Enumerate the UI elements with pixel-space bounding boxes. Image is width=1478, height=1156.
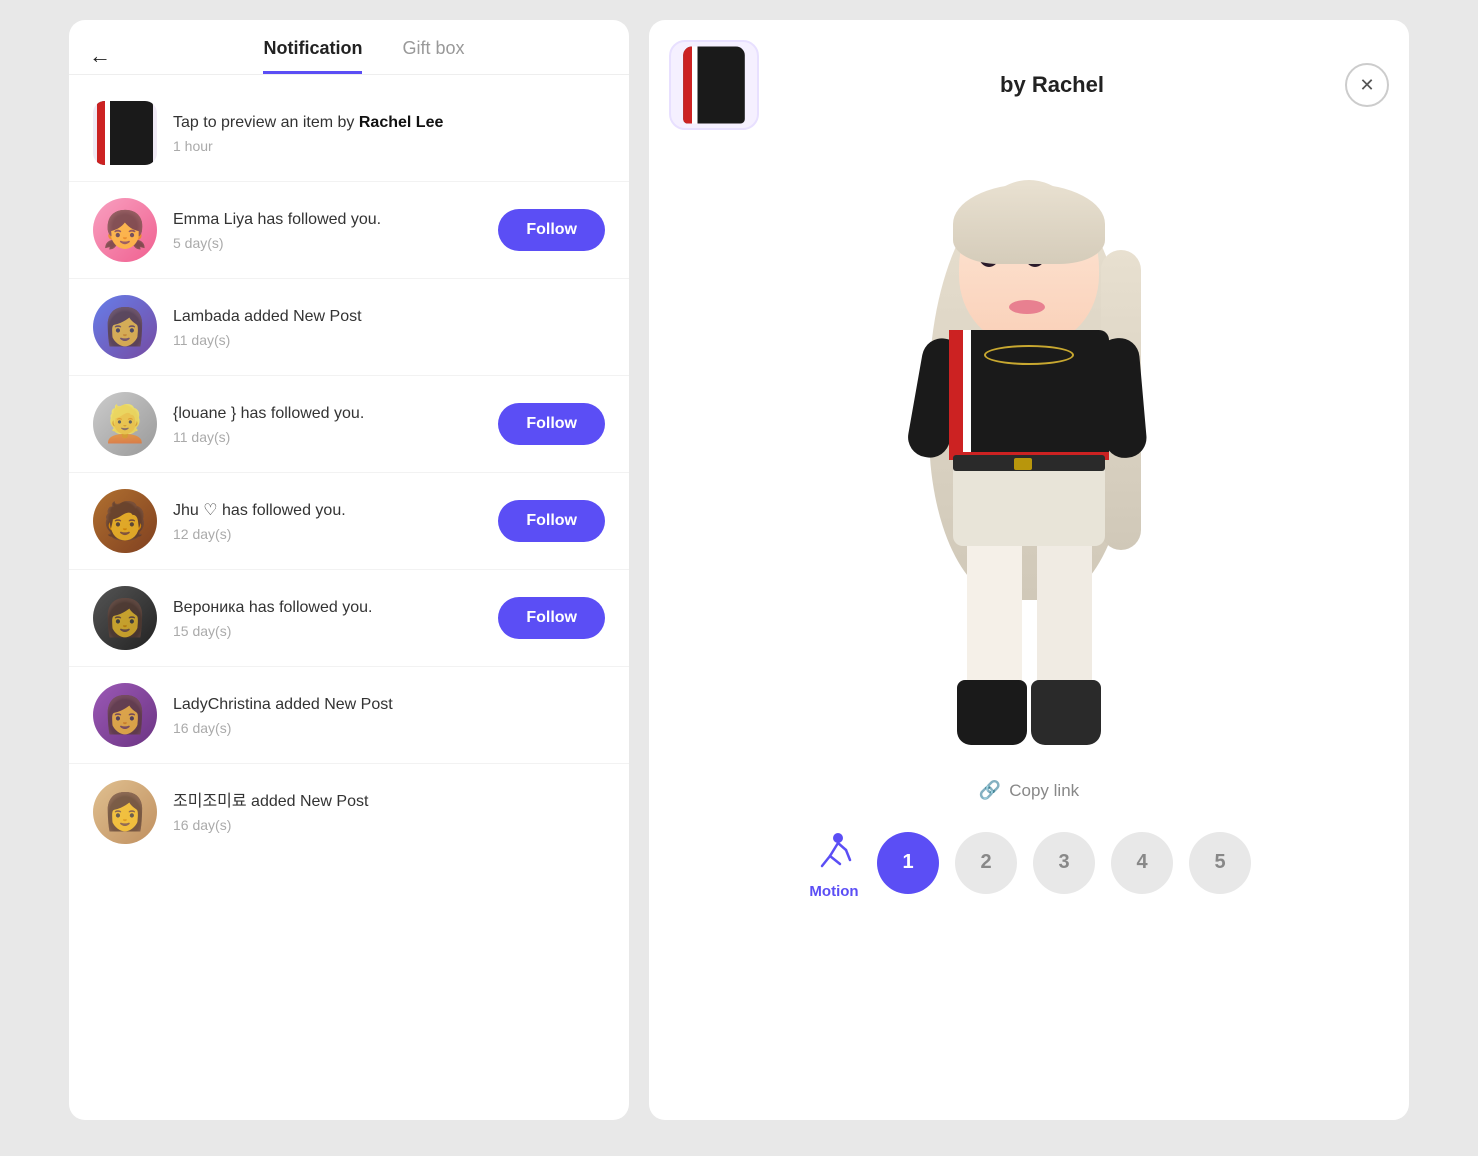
belt-buckle [1014,458,1032,470]
jacket-stripe-red [949,330,963,460]
notification-text: Emma Liya has followed you. 5 day(s) [173,209,482,251]
notification-text: Tap to preview an item by Rachel Lee 1 h… [173,112,605,154]
shorts [953,466,1105,546]
notification-message: Lambada added New Post [173,306,605,328]
notification-time: 1 hour [173,138,605,154]
avatar: 👧 [93,198,157,262]
bottom-controls: Motion 1 2 3 4 5 [807,825,1251,900]
notification-text: Lambada added New Post 11 day(s) [173,306,605,348]
avatar: 🧑 [93,489,157,553]
notification-message: Emma Liya has followed you. [173,209,482,231]
item-preview-thumbnail [669,40,759,130]
jacket-stripe-white [963,330,971,460]
follow-button[interactable]: Follow [498,403,605,445]
tab-bar: Notification Gift box [119,38,609,74]
link-icon: 🔗 [979,780,1001,801]
notification-text: Jhu ♡ has followed you. 12 day(s) [173,500,482,542]
list-item: 👩 Вероника has followed you. 15 day(s) F… [69,570,629,667]
left-panel: ← Notification Gift box Tap to preview a… [69,20,629,1120]
page-button-4[interactable]: 4 [1111,832,1173,894]
motion-button[interactable]: Motion [807,825,861,900]
notification-message: {louane } has followed you. [173,403,482,425]
hair-top [953,184,1105,264]
motion-label: Motion [809,883,858,900]
notification-message: 조미조미료 added New Post [173,791,605,813]
notification-time: 11 day(s) [173,429,482,445]
avatar: 👩 [93,780,157,844]
follow-button[interactable]: Follow [498,209,605,251]
notification-text: Вероника has followed you. 15 day(s) [173,597,482,639]
item-thumbnail-icon [97,101,153,165]
notification-text: LadyChristina added New Post 16 day(s) [173,694,605,736]
right-header: by Rachel ✕ [669,40,1389,130]
page-button-2[interactable]: 2 [955,832,1017,894]
notification-text: 조미조미료 added New Post 16 day(s) [173,791,605,833]
notification-list: Tap to preview an item by Rachel Lee 1 h… [69,75,629,870]
copy-link-label: Copy link [1009,781,1079,801]
tab-notification[interactable]: Notification [263,38,362,74]
motion-icon [807,825,861,879]
notification-time: 16 day(s) [173,817,605,833]
page-title: by Rachel [759,72,1345,98]
notification-time: 12 day(s) [173,526,482,542]
avatar-icon: 🧑 [103,500,148,542]
avatar: 👱 [93,392,157,456]
avatar-icon: 👧 [103,209,148,251]
notification-time: 16 day(s) [173,720,605,736]
avatar-figure [889,170,1169,750]
notification-text: {louane } has followed you. 11 day(s) [173,403,482,445]
list-item: 👧 Emma Liya has followed you. 5 day(s) F… [69,182,629,279]
notification-time: 15 day(s) [173,623,482,639]
avatar-3d-display [839,150,1219,770]
follow-button[interactable]: Follow [498,500,605,542]
avatar-icon: 👩 [103,597,148,639]
list-item: 👱 {louane } has followed you. 11 day(s) … [69,376,629,473]
list-item: 🧑 Jhu ♡ has followed you. 12 day(s) Foll… [69,473,629,570]
follow-button[interactable]: Follow [498,597,605,639]
notification-message: Вероника has followed you. [173,597,482,619]
right-panel: by Rachel ✕ [649,20,1409,1120]
close-button[interactable]: ✕ [1345,63,1389,107]
notification-time: 11 day(s) [173,332,605,348]
header: ← Notification Gift box [69,20,629,74]
notification-time: 5 day(s) [173,235,482,251]
notification-message: Jhu ♡ has followed you. [173,500,482,522]
avatar: 👩 [93,295,157,359]
avatar-icon: 👩 [103,694,148,736]
page-button-3[interactable]: 3 [1033,832,1095,894]
list-item: 👩 조미조미료 added New Post 16 day(s) [69,764,629,860]
boot-left [957,680,1027,745]
list-item: 👩 Lambada added New Post 11 day(s) [69,279,629,376]
avatar-icon: 👩 [103,791,148,833]
avatar: 👩 [93,683,157,747]
avatar [93,101,157,165]
jacket-icon [683,47,745,124]
avatar-icon: 👱 [103,403,148,445]
tab-giftbox[interactable]: Gift box [402,38,464,74]
copy-link-button[interactable]: 🔗 Copy link [979,780,1079,801]
necklace-chain [984,345,1074,365]
avatar: 👩 [93,586,157,650]
list-item: 👩 LadyChristina added New Post 16 day(s) [69,667,629,764]
page-button-1[interactable]: 1 [877,832,939,894]
boot-right [1031,680,1101,745]
list-item: Tap to preview an item by Rachel Lee 1 h… [69,85,629,182]
avatar-icon: 👩 [103,306,148,348]
back-button[interactable]: ← [89,39,119,73]
page-button-5[interactable]: 5 [1189,832,1251,894]
lips [1009,300,1045,314]
notification-message: LadyChristina added New Post [173,694,605,716]
notification-message: Tap to preview an item by Rachel Lee [173,112,605,134]
